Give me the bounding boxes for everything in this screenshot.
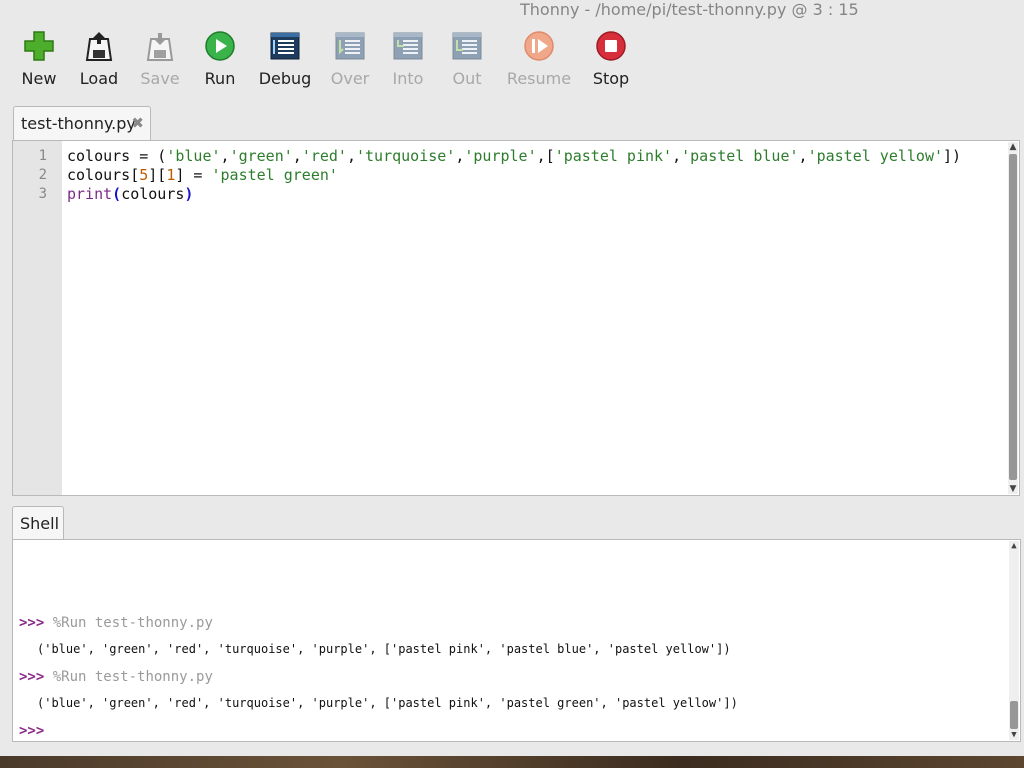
- code-editor[interactable]: 1 2 3 colours = ('blue','green','red','t…: [12, 140, 1020, 496]
- save-icon: [146, 33, 174, 61]
- code-line: colours[5][1] = 'pastel green': [67, 166, 338, 184]
- step-over-icon: [335, 32, 365, 60]
- code-line: colours = ('blue','green','red','turquoi…: [67, 147, 962, 165]
- scroll-up-icon[interactable]: ▲: [1008, 142, 1018, 152]
- shell-tab-label: Shell: [20, 514, 60, 533]
- line-number: 3: [38, 186, 47, 202]
- resume-label: Resume: [506, 69, 572, 88]
- step-out-icon: [452, 32, 482, 60]
- shell-prompt: >>>: [19, 615, 45, 631]
- shell-scrollbar[interactable]: ▲ ▼: [1009, 541, 1019, 740]
- debug-icon: [270, 32, 300, 60]
- scroll-down-icon[interactable]: ▼: [1008, 484, 1018, 494]
- shell-prompt-line: >>> %Run test-thonny.py: [19, 615, 213, 631]
- line-number: 1: [38, 148, 47, 164]
- toolbar: New Load Save Run Debug Over Into Out Re…: [0, 26, 1024, 94]
- line-number: 2: [38, 167, 47, 183]
- shell-command: %Run test-thonny.py: [52, 615, 213, 631]
- code-line: print(colours): [67, 185, 194, 203]
- editor-scrollbar[interactable]: ▲ ▼: [1008, 142, 1018, 494]
- resume-button[interactable]: Resume: [507, 26, 571, 92]
- step-into-icon: [393, 32, 423, 60]
- step-out-button[interactable]: Out: [437, 26, 497, 92]
- shell-command: %Run test-thonny.py: [52, 669, 213, 685]
- shell-prompt: >>>: [19, 723, 45, 739]
- shell-prompt-line: >>> %Run test-thonny.py: [19, 669, 213, 685]
- stop-button[interactable]: Stop: [581, 26, 641, 92]
- scroll-up-icon[interactable]: ▲: [1009, 541, 1019, 551]
- shell-prompt-line[interactable]: >>>: [19, 723, 44, 739]
- debug-button[interactable]: Debug: [255, 26, 315, 92]
- run-button[interactable]: Run: [190, 26, 250, 92]
- tab-shell[interactable]: Shell: [12, 506, 64, 540]
- editor-scroll-thumb[interactable]: [1009, 154, 1017, 480]
- shell-scroll-thumb[interactable]: [1010, 701, 1018, 729]
- resume-icon: [524, 31, 554, 61]
- run-icon: [205, 31, 235, 61]
- stop-icon: [596, 31, 626, 61]
- scroll-down-icon[interactable]: ▼: [1009, 730, 1019, 740]
- new-icon: [24, 31, 54, 61]
- load-icon: [85, 32, 113, 61]
- shell-output: ('blue', 'green', 'red', 'turquoise', 'p…: [37, 642, 731, 656]
- close-icon[interactable]: ✖: [131, 114, 144, 132]
- line-number-gutter: 1 2 3: [13, 141, 62, 495]
- window-title: Thonny - /home/pi/test-thonny.py @ 3 : 1…: [520, 0, 859, 19]
- tab-label: test-thonny.py: [21, 114, 136, 133]
- tab-test-thonny[interactable]: test-thonny.py ✖: [13, 106, 151, 140]
- step-out-label: Out: [452, 69, 482, 88]
- desktop-background: [0, 756, 1024, 768]
- shell-prompt: >>>: [19, 669, 45, 685]
- stop-label: Stop: [592, 69, 630, 88]
- shell-output: ('blue', 'green', 'red', 'turquoise', 'p…: [37, 696, 738, 710]
- shell-console[interactable]: >>> %Run test-thonny.py ('blue', 'green'…: [12, 539, 1021, 742]
